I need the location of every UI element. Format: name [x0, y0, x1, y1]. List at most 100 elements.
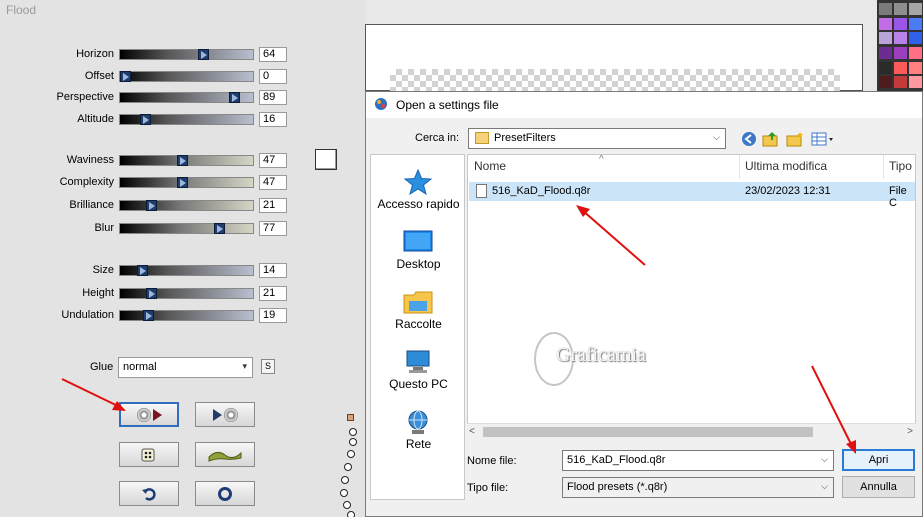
- slider-value-input[interactable]: 0: [259, 69, 287, 84]
- palette-swatch[interactable]: [909, 76, 922, 89]
- place-label: Raccolte: [395, 317, 442, 331]
- slider-value-input[interactable]: 47: [259, 153, 287, 168]
- slider-track[interactable]: [119, 288, 254, 299]
- slider-thumb[interactable]: [229, 92, 240, 103]
- horizontal-scrollbar[interactable]: < >: [467, 423, 916, 440]
- slider-label: Undulation: [61, 309, 114, 321]
- node-circle: [347, 511, 355, 517]
- view-menu-button[interactable]: [810, 130, 836, 148]
- scroll-thumb[interactable]: [483, 427, 813, 437]
- new-folder-icon: [786, 132, 803, 147]
- cancel-button[interactable]: Annulla: [842, 476, 915, 498]
- slider-track[interactable]: [119, 223, 254, 234]
- glue-select[interactable]: normal ▾: [118, 357, 253, 378]
- slider-track[interactable]: [119, 310, 254, 321]
- column-header-name[interactable]: Nome: [474, 159, 506, 173]
- palette-swatch[interactable]: [909, 3, 922, 15]
- slider-track[interactable]: [119, 265, 254, 276]
- slider-thumb[interactable]: [140, 114, 151, 125]
- file-row[interactable]: 516_KaD_Flood.q8r 23/02/2023 12:31 File …: [469, 182, 915, 209]
- slider-thumb[interactable]: [137, 265, 148, 276]
- node-circle: [341, 476, 349, 484]
- file-type-select[interactable]: Flood presets (*.q8r) ⌵: [562, 477, 834, 498]
- place-label: Questo PC: [389, 377, 448, 391]
- palette-swatch[interactable]: [909, 61, 922, 74]
- file-name-input[interactable]: 516_KaD_Flood.q8r ⌵: [562, 450, 834, 471]
- slider-value-input[interactable]: 19: [259, 308, 287, 323]
- look-in-select[interactable]: PresetFilters ⌵: [468, 128, 726, 149]
- reset-button[interactable]: [119, 481, 179, 506]
- palette-swatch[interactable]: [879, 32, 892, 45]
- slider-thumb[interactable]: [120, 71, 131, 82]
- place-network[interactable]: Rete: [371, 405, 466, 463]
- place-libraries[interactable]: Raccolte: [371, 285, 466, 343]
- palette-swatch[interactable]: [909, 17, 922, 30]
- slider-value-input[interactable]: 16: [259, 112, 287, 127]
- file-list[interactable]: ^ Nome Ultima modifica Tipo 516_KaD_Floo…: [467, 154, 916, 439]
- load-preset-button[interactable]: [119, 402, 179, 427]
- slider-track[interactable]: [119, 200, 254, 211]
- about-button[interactable]: [195, 481, 255, 506]
- slider-thumb[interactable]: [146, 288, 157, 299]
- save-preset-button[interactable]: [195, 402, 255, 427]
- slider-thumb[interactable]: [146, 200, 157, 211]
- palette-swatch[interactable]: [894, 46, 907, 59]
- palette-swatch[interactable]: [909, 46, 922, 59]
- file-icon: [476, 184, 487, 198]
- slider-height: Height 21: [0, 286, 300, 302]
- wave-button[interactable]: [195, 442, 255, 467]
- slider-complexity: Complexity 47: [0, 175, 300, 191]
- look-in-label: Cerca in:: [415, 132, 460, 144]
- slider-thumb[interactable]: [198, 49, 209, 60]
- slider-thumb[interactable]: [177, 155, 188, 166]
- slider-value-input[interactable]: 77: [259, 221, 287, 236]
- glue-s-button[interactable]: S: [261, 359, 275, 374]
- place-desktop[interactable]: Desktop: [371, 225, 466, 283]
- slider-track[interactable]: [119, 71, 254, 82]
- palette-swatch[interactable]: [879, 46, 892, 59]
- chevron-down-icon: ▾: [242, 361, 247, 371]
- slider-value-input[interactable]: 21: [259, 198, 287, 213]
- slider-track[interactable]: [119, 92, 254, 103]
- slider-value-input[interactable]: 64: [259, 47, 287, 62]
- slider-track[interactable]: [119, 114, 254, 125]
- slider-track[interactable]: [119, 177, 254, 188]
- palette-swatch[interactable]: [894, 76, 907, 89]
- slider-thumb[interactable]: [177, 177, 188, 188]
- scroll-left-icon[interactable]: <: [469, 426, 475, 437]
- file-type: File C: [889, 185, 907, 209]
- new-folder-button[interactable]: [786, 130, 804, 148]
- palette-swatch[interactable]: [879, 76, 892, 89]
- slider-value-input[interactable]: 14: [259, 263, 287, 278]
- column-separator[interactable]: [739, 155, 740, 179]
- back-button[interactable]: [740, 130, 758, 148]
- chevron-down-icon[interactable]: ⌵: [821, 454, 828, 465]
- file-name-label: Nome file:: [467, 455, 517, 467]
- column-header-type[interactable]: Tipo: [889, 159, 912, 173]
- palette-swatch[interactable]: [879, 61, 892, 74]
- scroll-right-icon[interactable]: >: [907, 426, 913, 437]
- up-folder-button[interactable]: [762, 130, 780, 148]
- slider-track[interactable]: [119, 155, 254, 166]
- palette-swatch[interactable]: [894, 17, 907, 30]
- random-button[interactable]: [119, 442, 179, 467]
- column-separator[interactable]: [883, 155, 884, 179]
- place-this-pc[interactable]: Questo PC: [371, 345, 466, 403]
- place-quick-access[interactable]: Accesso rapido: [371, 165, 466, 223]
- open-button[interactable]: Apri: [842, 449, 915, 471]
- slider-value-input[interactable]: 21: [259, 286, 287, 301]
- slider-thumb[interactable]: [143, 310, 154, 321]
- palette-swatch[interactable]: [894, 61, 907, 74]
- palette-swatch[interactable]: [879, 17, 892, 30]
- slider-value-input[interactable]: 89: [259, 90, 287, 105]
- slider-track[interactable]: [119, 49, 254, 60]
- column-header-modified[interactable]: Ultima modifica: [745, 159, 827, 173]
- palette-swatch[interactable]: [879, 3, 892, 15]
- app-icon: [375, 98, 387, 110]
- palette-swatch[interactable]: [909, 32, 922, 45]
- color-swatch[interactable]: [315, 149, 337, 170]
- slider-value-input[interactable]: 47: [259, 175, 287, 190]
- palette-swatch[interactable]: [894, 3, 907, 15]
- palette-swatch[interactable]: [894, 32, 907, 45]
- slider-thumb[interactable]: [214, 223, 225, 234]
